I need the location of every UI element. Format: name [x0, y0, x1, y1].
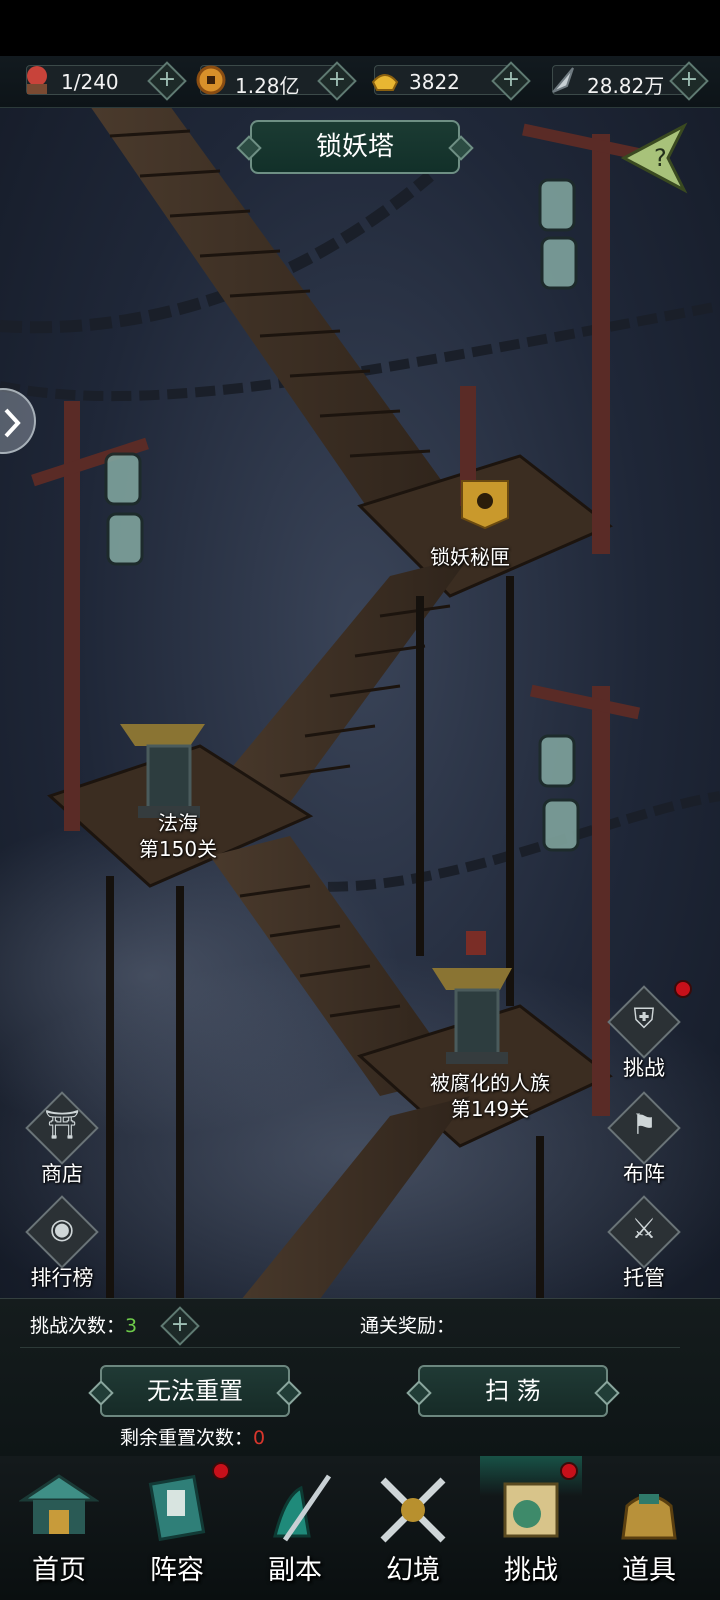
copper-coin-icon [196, 65, 226, 95]
stage-level: 第149关 [450, 1097, 530, 1121]
reset-remaining-value: 0 [253, 1427, 266, 1449]
nav-home[interactable]: 首页 [0, 1456, 118, 1600]
tower-info-panel: 挑战次数：3 + 通关奖励： 无法重置 扫 荡 剩余重置次数：0 [0, 1298, 720, 1458]
challenge-button[interactable]: ⛨ 挑战 [596, 985, 686, 1090]
challenge-badge [674, 980, 692, 998]
stamina-orb-icon [27, 66, 47, 94]
nav-lineup-label: 阵容 [150, 1555, 204, 1586]
stage-boss-name: 被腐化的人族 [430, 1071, 550, 1095]
plus-icon: + [157, 67, 177, 92]
plus-icon: + [679, 67, 699, 92]
reset-button[interactable]: 无法重置 [100, 1365, 290, 1417]
expand-sidebar-button[interactable] [0, 388, 36, 454]
book-scroll-icon [148, 1474, 206, 1542]
plus-icon: + [170, 1312, 190, 1337]
crossed-swords-icon [380, 1477, 446, 1543]
silver-resource: 28.82万 + [552, 61, 709, 101]
nav-home-label: 首页 [32, 1555, 86, 1586]
shop-button[interactable]: ⛩ 商店 [14, 1091, 104, 1196]
panel-divider [20, 1347, 680, 1348]
add-silver-button[interactable]: + [669, 61, 709, 101]
nav-challenge-badge [560, 1462, 578, 1480]
chevron-right-icon [4, 408, 21, 438]
ranking-icon: ◉ [49, 1212, 75, 1245]
challenge-label: 挑战 [623, 1056, 665, 1080]
attempts-label: 挑战次数： [30, 1315, 126, 1337]
nav-lineup[interactable]: 阵容 [118, 1456, 236, 1600]
shop-icon: ⛩ [44, 1108, 80, 1141]
stage-149[interactable]: 被腐化的人族 第149关 [412, 1070, 568, 1122]
gold-value: 3822 [409, 70, 460, 94]
helmet-icon: ⛨ [633, 1002, 655, 1035]
ranking-label: 排行榜 [30, 1266, 94, 1290]
gold-ingot-icon [371, 74, 399, 91]
page-title: 锁妖塔 [250, 120, 460, 174]
plus-icon: + [327, 67, 347, 92]
nav-dungeon-label: 副本 [268, 1555, 322, 1586]
formation-label: 布阵 [623, 1162, 665, 1186]
item-bag-icon [621, 1494, 677, 1540]
formation-button[interactable]: ⚑ 布阵 [596, 1091, 686, 1196]
auto-battle-icon: ⚔ [631, 1212, 657, 1245]
pavilion-icon [19, 1474, 99, 1534]
nav-challenge[interactable]: 挑战 [472, 1456, 590, 1600]
silver-feather-icon [552, 67, 574, 93]
stage-level: 第150关 [138, 837, 218, 861]
plus-icon: + [501, 67, 521, 92]
nav-items-label: 道具 [622, 1555, 676, 1586]
copper-resource: 1.28亿 + [196, 61, 357, 101]
stamina-value: 1/240 [61, 70, 119, 94]
bottom-nav: 首页 阵容 副本 幻境 挑战 道具 [0, 1456, 720, 1600]
reset-remaining-row: 剩余重置次数：0 [120, 1423, 265, 1450]
nav-illusion[interactable]: 幻境 [354, 1456, 472, 1600]
shop-label: 商店 [41, 1162, 83, 1186]
add-gold-button[interactable]: + [491, 61, 531, 101]
flag-icon: ⚑ [631, 1108, 657, 1141]
auto-battle-button[interactable]: ⚔ 托管 [596, 1195, 686, 1300]
secret-chest-label[interactable]: 锁妖秘匣 [430, 544, 510, 570]
sword-warrior-icon [273, 1474, 332, 1542]
sweep-button[interactable]: 扫 荡 [418, 1365, 608, 1417]
challenge-scroll-icon [503, 1482, 559, 1538]
add-stamina-button[interactable]: + [147, 61, 187, 101]
nav-challenge-label: 挑战 [504, 1555, 558, 1586]
nav-illusion-label: 幻境 [386, 1555, 440, 1586]
nav-lineup-badge [212, 1462, 230, 1480]
svg-text:?: ? [654, 144, 667, 172]
chest-name: 锁妖秘匣 [430, 545, 510, 569]
stamina-resource: 1/240 + [26, 61, 187, 101]
add-copper-button[interactable]: + [317, 61, 357, 101]
gold-resource: 3822 + [371, 61, 531, 101]
nav-items[interactable]: 道具 [590, 1456, 708, 1600]
reset-remaining-label: 剩余重置次数： [120, 1427, 254, 1449]
attempts-value: 3 [125, 1315, 138, 1337]
stage-boss-name: 法海 [158, 811, 198, 835]
stage-150[interactable]: 法海 第150关 [120, 810, 236, 862]
silver-value: 28.82万 [587, 74, 665, 98]
reward-label: 通关奖励： [360, 1315, 456, 1337]
nav-dungeon[interactable]: 副本 [236, 1456, 354, 1600]
help-icon[interactable]: ? [614, 118, 694, 198]
auto-battle-label: 托管 [623, 1266, 665, 1290]
add-attempts-button[interactable]: + [160, 1306, 200, 1346]
copper-value: 1.28亿 [235, 74, 300, 98]
ranking-button[interactable]: ◉ 排行榜 [14, 1195, 104, 1300]
attempts-row: 挑战次数：3 [30, 1311, 137, 1338]
resource-bar: 1/240 + 1.28亿 + 3822 + 28.82万 + [0, 56, 720, 108]
